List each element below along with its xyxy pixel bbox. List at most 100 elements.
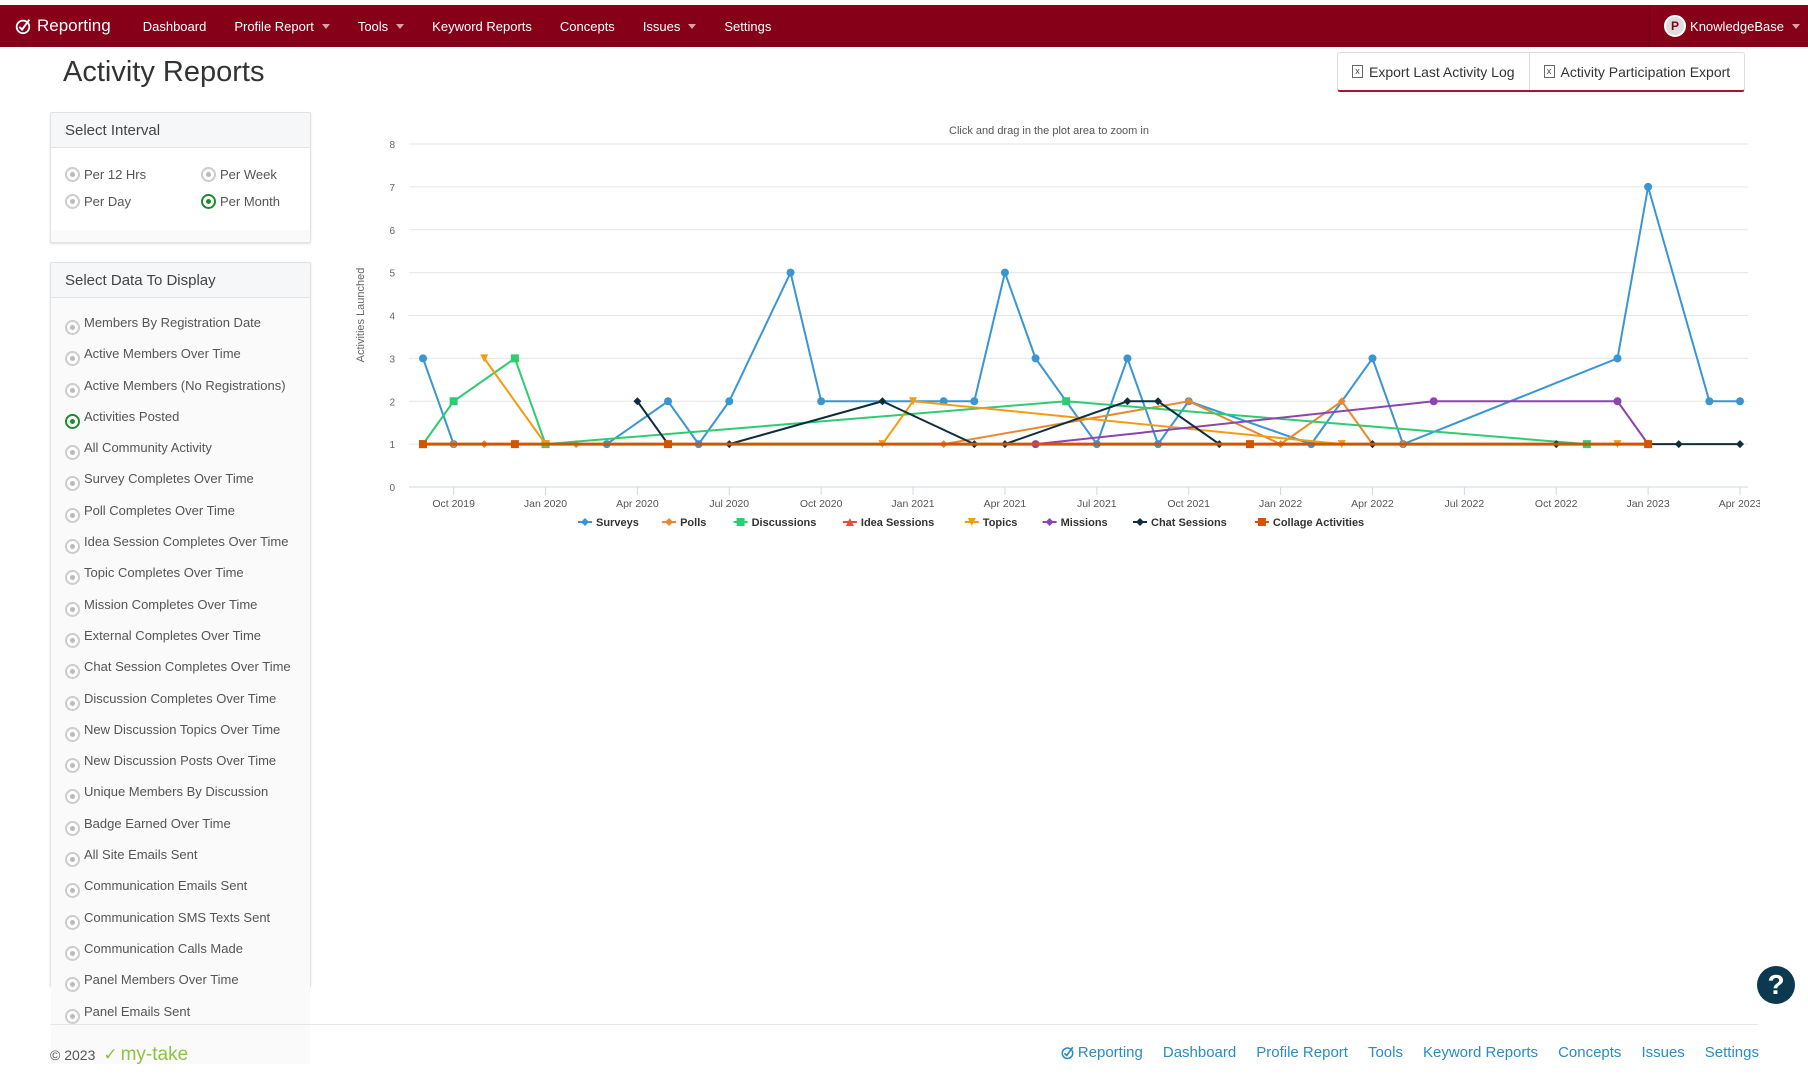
data-point: [1613, 397, 1622, 406]
radio-unselected-icon[interactable]: [65, 820, 80, 836]
nav-concepts-label: Concepts: [559, 18, 615, 34]
footer-link-settings[interactable]: Settings: [1705, 1044, 1759, 1061]
radio-option-per-month[interactable]: Per Month: [201, 193, 311, 210]
radio-option-members-by-registration-date[interactable]: Members By Registration Date: [65, 314, 296, 335]
radio-option-unique-members-by-discussion[interactable]: Unique Members By Discussion: [65, 783, 296, 805]
radio-unselected-icon[interactable]: [65, 726, 80, 742]
legend-item-collage-activities[interactable]: Collage Activities: [1254, 517, 1364, 529]
data-point: [1705, 397, 1714, 406]
export-last-activity-log-button[interactable]: x Export Last Activity Log: [1338, 53, 1529, 90]
select-interval-panel: Select Interval Per 12 Hrs Per Week Per Da…: [50, 112, 311, 243]
activities-chart[interactable]: Click and drag in the plot area to zoom …: [340, 112, 1760, 542]
radio-option-mission-completes-over-time[interactable]: Mission Completes Over Time: [65, 596, 296, 617]
radio-unselected-icon[interactable]: [65, 789, 80, 805]
radio-unselected-icon[interactable]: [65, 570, 80, 586]
radio-unselected-icon[interactable]: [201, 167, 216, 182]
radio-option-survey-completes-over-time[interactable]: Survey Completes Over Time: [65, 470, 296, 492]
radio-unselected-icon[interactable]: [65, 695, 80, 711]
radio-option-topic-completes-over-time[interactable]: Topic Completes Over Time: [65, 564, 296, 586]
radio-option-external-completes-over-time[interactable]: External Completes Over Time: [65, 627, 296, 648]
radio-dot: [70, 700, 75, 706]
radio-option-idea-session-completes-over-time[interactable]: Idea Session Completes Over Time: [65, 533, 296, 555]
legend-item-polls[interactable]: Polls: [662, 517, 706, 529]
footer-link-concepts[interactable]: Concepts: [1558, 1044, 1621, 1061]
radio-option-all-community-activity[interactable]: All Community Activity: [65, 439, 296, 461]
nav-settings[interactable]: Settings: [724, 19, 771, 34]
radio-option-discussion-completes-over-time[interactable]: Discussion Completes Over Time: [65, 690, 296, 711]
export-button-group: x Export Last Activity Log x Activity Pa…: [1337, 52, 1746, 92]
radio-option-communication-emails-sent[interactable]: Communication Emails Sent: [65, 877, 296, 899]
nav-concepts[interactable]: Concepts: [560, 19, 615, 34]
legend-item-idea-sessions[interactable]: Idea Sessions: [842, 517, 934, 529]
radio-unselected-icon[interactable]: [65, 758, 80, 774]
radio-option-new-discussion-posts-over-time[interactable]: New Discussion Posts Over Time: [65, 752, 296, 774]
radio-option-per-12-hrs[interactable]: Per 12 Hrs: [65, 166, 201, 183]
radio-option-panel-members-over-time[interactable]: Panel Members Over Time: [65, 971, 296, 993]
radio-unselected-icon[interactable]: [65, 883, 80, 899]
help-button[interactable]: ?: [1757, 966, 1795, 1004]
brand-reporting[interactable]: Reporting: [14, 16, 111, 36]
nav-dashboard[interactable]: Dashboard: [143, 19, 207, 34]
data-point: [664, 440, 673, 449]
radio-option-active-members-over-time[interactable]: Active Members Over Time: [65, 345, 296, 367]
footer-link-profile-report[interactable]: Profile Report: [1256, 1044, 1348, 1061]
legend-label: Missions: [1061, 517, 1108, 529]
radio-option-per-day[interactable]: Per Day: [65, 193, 201, 210]
footer-link-dashboard[interactable]: Dashboard: [1163, 1044, 1236, 1061]
footer-link-issues[interactable]: Issues: [1641, 1044, 1684, 1061]
footer-link-tools[interactable]: Tools: [1368, 1044, 1403, 1061]
legend-item-chat-sessions[interactable]: Chat Sessions: [1133, 517, 1227, 529]
data-point: [1123, 397, 1132, 406]
radio-unselected-icon[interactable]: [65, 507, 80, 523]
radio-unselected-icon[interactable]: [65, 351, 80, 367]
radio-option-chat-session-completes-over-time[interactable]: Chat Session Completes Over Time: [65, 658, 296, 680]
radio-option-poll-completes-over-time[interactable]: Poll Completes Over Time: [65, 502, 296, 523]
radio-unselected-icon[interactable]: [65, 945, 80, 961]
radio-unselected-icon[interactable]: [65, 601, 80, 617]
radio-unselected-icon[interactable]: [65, 632, 80, 648]
radio-option-active-members-no-registrations[interactable]: Active Members (No Registrations): [65, 377, 296, 398]
radio-option-communication-sms-texts-sent[interactable]: Communication SMS Texts Sent: [65, 909, 296, 930]
radio-unselected-icon[interactable]: [65, 320, 80, 335]
series-line-chat-sessions: [636, 400, 1740, 446]
radio-unselected-icon[interactable]: [65, 382, 80, 398]
legend-item-discussions[interactable]: Discussions: [733, 517, 817, 529]
footer-link-keyword-reports[interactable]: Keyword Reports: [1423, 1044, 1538, 1061]
radio-option-per-week[interactable]: Per Week: [201, 166, 311, 183]
legend-item-surveys[interactable]: Surveys: [578, 517, 639, 529]
user-menu[interactable]: P KnowledgeBase: [1649, 5, 1800, 47]
radio-selected-icon[interactable]: [201, 194, 216, 209]
radio-option-all-site-emails-sent[interactable]: All Site Emails Sent: [65, 846, 296, 868]
radio-unselected-icon[interactable]: [65, 852, 80, 868]
nav-tools[interactable]: Tools: [358, 19, 405, 34]
radio-unselected-icon[interactable]: [65, 445, 80, 461]
radio-unselected-icon[interactable]: [65, 664, 80, 680]
footer-link-reporting[interactable]: Reporting: [1060, 1044, 1143, 1061]
radio-unselected-icon[interactable]: [65, 167, 80, 182]
radio-selected-icon[interactable]: [65, 413, 80, 429]
radio-unselected-icon[interactable]: [65, 194, 80, 209]
radio-unselected-icon[interactable]: [65, 977, 80, 993]
radio-option-panel-emails-sent[interactable]: Panel Emails Sent: [65, 1003, 296, 1024]
data-point: [1736, 397, 1744, 406]
data-point: [449, 397, 458, 406]
y-tick-label: 7: [389, 183, 395, 194]
radio-unselected-icon[interactable]: [65, 1008, 80, 1024]
radio-unselected-icon[interactable]: [65, 539, 80, 555]
radio-option-activities-posted[interactable]: Activities Posted: [65, 408, 296, 429]
radio-unselected-icon[interactable]: [65, 914, 80, 930]
nav-keyword-reports[interactable]: Keyword Reports: [432, 19, 532, 34]
radio-unselected-icon[interactable]: [65, 476, 80, 492]
x-tick-label: Jul 2021: [1077, 498, 1117, 510]
data-point: [1123, 354, 1132, 363]
nav-issues[interactable]: Issues: [643, 19, 697, 34]
y-tick-label: 6: [389, 226, 395, 237]
radio-option-new-discussion-topics-over-time[interactable]: New Discussion Topics Over Time: [65, 721, 296, 742]
activity-participation-export-button[interactable]: x Activity Participation Export: [1528, 53, 1745, 90]
radio-option-communication-calls-made[interactable]: Communication Calls Made: [65, 940, 296, 961]
legend-item-missions[interactable]: Missions: [1042, 517, 1108, 529]
legend-item-topics[interactable]: Topics: [964, 517, 1018, 529]
radio-dot: [70, 888, 75, 894]
radio-option-badge-earned-over-time[interactable]: Badge Earned Over Time: [65, 815, 296, 836]
nav-profile-report[interactable]: Profile Report: [234, 19, 330, 34]
